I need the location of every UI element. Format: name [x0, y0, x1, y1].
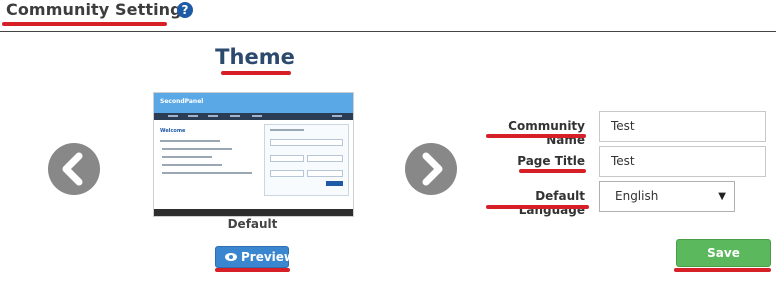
page-title-field[interactable]: Test: [599, 146, 766, 177]
eye-icon: [225, 253, 237, 261]
page-title-label: Page Title: [517, 154, 585, 168]
default-language-underline: [486, 205, 589, 209]
chevron-right-icon: [422, 152, 443, 186]
preview-underline: [215, 268, 290, 272]
preview-button[interactable]: Preview: [215, 246, 295, 268]
thumbnail-heading: Welcome: [160, 128, 186, 134]
page-title-underline: [519, 169, 586, 173]
header-divider: [0, 31, 776, 32]
previous-theme-button[interactable]: [48, 143, 100, 195]
save-underline: [674, 268, 771, 272]
question-circle-icon[interactable]: ?: [177, 2, 193, 18]
thumbnail-brand: SecondPanel: [160, 98, 204, 105]
page-title: Community Settings: [6, 0, 192, 19]
community-name-label: Community Name: [508, 119, 585, 147]
theme-thumbnail: SecondPanel Welcome: [153, 92, 354, 217]
theme-underline: [221, 71, 291, 75]
preview-label: Preview: [241, 250, 296, 264]
title-underline: [2, 22, 167, 26]
next-theme-button[interactable]: [405, 143, 457, 195]
default-language-label: Default Language: [518, 189, 585, 217]
community-name-field[interactable]: Test: [599, 111, 766, 142]
caret-down-icon: ▼: [718, 191, 726, 202]
chevron-left-icon: [62, 152, 83, 186]
default-language-select[interactable]: English ▼: [599, 181, 735, 212]
theme-heading: Theme: [215, 45, 295, 69]
community-name-underline: [486, 134, 586, 138]
save-changes-button[interactable]: Save Changes: [676, 239, 771, 286]
default-language-value: English: [615, 189, 659, 203]
theme-name: Default: [227, 217, 278, 231]
